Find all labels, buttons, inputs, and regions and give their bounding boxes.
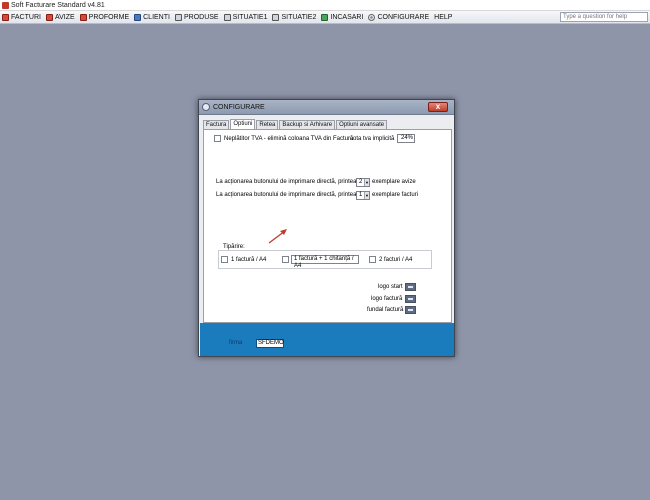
option-factura-chitanta-label: 1 factură + 1 chitanță / A4 <box>291 255 359 269</box>
dialog-footer: firma SFDEMO <box>200 323 454 356</box>
products-icon <box>174 13 182 21</box>
cota-tva-input[interactable]: 24% <box>397 134 415 143</box>
logo-factura-image-button[interactable] <box>405 295 416 303</box>
chevron-down-icon: ▼ <box>364 179 369 186</box>
option-2-facturi-checkbox[interactable] <box>369 256 376 263</box>
proforma-icon <box>79 13 87 21</box>
menu-bar: FACTURI AVIZE PROFORME CLIENTI PRODUSE S… <box>0 11 650 24</box>
help-search-input[interactable]: Type a question for help <box>560 12 648 22</box>
tab-retea[interactable]: Retea <box>256 120 279 129</box>
tab-factura[interactable]: Factura <box>203 120 230 129</box>
option-1-factura-label: 1 factură / A4 <box>231 257 267 263</box>
menu-produse[interactable]: PRODUSE <box>174 13 219 21</box>
annotation-arrow-icon <box>268 229 287 244</box>
avize-count-spinner[interactable]: 2 ▼ <box>356 178 370 187</box>
neplatitor-label: Neplătitor TVA - elimină coloana TVA din… <box>224 136 354 142</box>
firma-label: firma <box>229 340 243 346</box>
menu-situatie2[interactable]: SITUATIE2 <box>272 13 316 21</box>
logo-start-label: logo start <box>378 284 403 290</box>
menu-help[interactable]: HELP <box>434 14 452 21</box>
menu-configurare[interactable]: CONFIGURARE <box>368 13 429 21</box>
tab-backup[interactable]: Backup si Arhivare <box>279 120 336 129</box>
print-facturi-label: La acționarea butonului de imprimare dir… <box>216 192 365 198</box>
menu-avize[interactable]: AVIZE <box>45 13 75 21</box>
fundal-factura-image-button[interactable] <box>405 306 416 314</box>
app-icon <box>2 1 9 9</box>
options-panel: Neplătitor TVA - elimină coloana TVA din… <box>203 129 452 323</box>
print-avize-label: La acționarea butonului de imprimare dir… <box>216 179 365 185</box>
gear-icon <box>368 13 376 21</box>
option-1-factura-checkbox[interactable] <box>221 256 228 263</box>
chevron-down-icon: ▼ <box>364 192 369 199</box>
cota-tva-label: cota tva implicită <box>350 136 395 142</box>
invoice-icon <box>2 13 9 21</box>
neplatitor-checkbox[interactable] <box>214 135 221 142</box>
tab-optiuni-avansate[interactable]: Optiuni avansate <box>336 120 388 129</box>
report-icon <box>223 13 231 21</box>
print-avize-suffix: exemplare avize <box>372 179 416 185</box>
option-factura-chitanta-checkbox[interactable] <box>282 256 289 263</box>
print-facturi-suffix: exemplare facturi <box>372 192 419 198</box>
tiparire-title: Tipărire: <box>222 244 246 250</box>
firma-input[interactable]: SFDEMO <box>256 339 284 348</box>
close-button[interactable]: x <box>428 102 448 112</box>
window-titlebar: Soft Facturare Standard v4.81 <box>0 0 650 11</box>
configurare-dialog: CONFIGURARE x Factura Optiuni Retea Back… <box>198 99 455 357</box>
dialog-icon <box>202 103 210 111</box>
logo-factura-label: logo factură <box>371 296 403 302</box>
report-icon <box>272 13 280 21</box>
fundal-factura-label: fundal factură <box>367 307 404 313</box>
window-title: Soft Facturare Standard v4.81 <box>11 1 105 9</box>
logo-start-image-button[interactable] <box>405 283 416 291</box>
clients-icon <box>134 13 142 21</box>
menu-situatie1[interactable]: SITUATIE1 <box>223 13 267 21</box>
payments-icon <box>321 13 329 21</box>
delivery-note-icon <box>45 13 53 21</box>
menu-incasari[interactable]: INCASARI <box>321 13 363 21</box>
menu-proforme[interactable]: PROFORME <box>79 13 129 21</box>
tab-bar: Factura Optiuni Retea Backup si Arhivare… <box>203 119 388 129</box>
facturi-count-spinner[interactable]: 1 ▼ <box>356 191 370 200</box>
dialog-titlebar: CONFIGURARE x <box>199 100 454 115</box>
tab-optiuni[interactable]: Optiuni <box>230 119 256 129</box>
menu-clienti[interactable]: CLIENTI <box>134 13 170 21</box>
option-2-facturi-label: 2 facturi / A4 <box>379 257 413 263</box>
dialog-title: CONFIGURARE <box>213 103 265 111</box>
menu-facturi[interactable]: FACTURI <box>2 13 41 21</box>
